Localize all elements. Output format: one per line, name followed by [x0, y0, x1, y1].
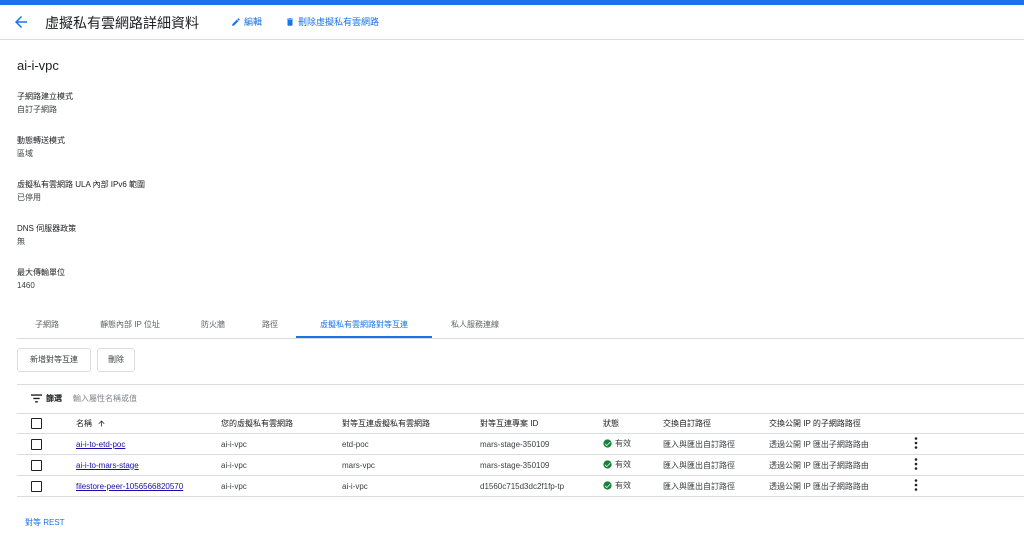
tab-static-internal-ip[interactable]: 靜態內部 IP 位址 [83, 312, 177, 336]
table-header-row: 名稱 您的虛擬私有雲網路 對等互連虛擬私有雲網路 對等互連專案 ID 狀態 交換… [17, 413, 1024, 434]
column-header-your-vpc: 您的虛擬私有雲網路 [221, 413, 342, 434]
tab-private-service-connection[interactable]: 私人服務連線 [437, 312, 513, 336]
name-cell: ai-i-to-mars-stage [76, 454, 221, 476]
trash-icon [287, 17, 293, 26]
tab-routes[interactable]: 路徑 [249, 312, 291, 336]
filter-bar: 篩選 [17, 384, 1024, 414]
detail-field-label: 虛擬私有雲網路 ULA 內部 IPv6 範圍 [17, 180, 146, 189]
project-id-cell: d1560c715d3dc2f1fp-tp [480, 475, 603, 497]
add-peering-button[interactable]: 新增對等互連 [17, 348, 91, 372]
page-header: 虛擬私有雲網路詳細資料 編輯 刪除虛擬私有雲網路 [0, 5, 1024, 40]
status-label: 有效 [615, 481, 631, 490]
page-title: 虛擬私有雲網路詳細資料 [45, 15, 199, 31]
row-select-cell [17, 454, 76, 476]
filter-input[interactable] [73, 391, 373, 405]
peer-vpc-cell: mars-vpc [342, 454, 480, 476]
check-circle-icon [603, 439, 612, 448]
select-all-cell [17, 413, 76, 434]
delete-peering-button[interactable]: 刪除 [97, 348, 135, 372]
check-circle-icon [603, 460, 612, 469]
project-id-cell: mars-stage-350109 [480, 433, 603, 455]
column-header-public-ip-routes: 交換公開 IP 的子網路路徑 [769, 413, 914, 434]
more-vert-icon[interactable] [914, 458, 918, 470]
your-vpc-cell: ai-i-vpc [221, 454, 342, 476]
more-vert-icon[interactable] [914, 479, 918, 491]
filter-label: 篩選 [46, 394, 62, 403]
name-cell: ai-i-to-etd-poc [76, 433, 221, 455]
pencil-icon [232, 17, 240, 26]
public-ip-routes-cell: 透過公開 IP 匯出子網路路由 [769, 475, 914, 497]
select-all-checkbox[interactable] [31, 417, 42, 429]
delete-vpc-button-label: 刪除虛擬私有雲網路 [298, 17, 380, 27]
sort-arrow-up-icon[interactable] [97, 419, 106, 428]
column-header-custom-routes: 交換自訂路徑 [663, 413, 769, 434]
detail-field-label: 最大傳輸單位 [17, 268, 65, 277]
peering-name-link[interactable]: filestore-peer-1056566820570 [76, 482, 183, 491]
delete-vpc-button[interactable]: 刪除虛擬私有雲網路 [285, 15, 379, 28]
column-header-peer-vpc: 對等互連虛擬私有雲網路 [342, 413, 480, 434]
detail-field-dns-policy: DNS 伺服器政策 無 [17, 222, 76, 248]
tab-subnets[interactable]: 子網路 [17, 312, 77, 336]
row-checkbox[interactable] [31, 438, 42, 450]
vpc-name-heading: ai-i-vpc [17, 58, 59, 73]
peer-vpc-cell: etd-poc [342, 433, 480, 455]
filter-icon[interactable] [31, 394, 42, 403]
detail-field-mtu: 最大傳輸單位 1460 [17, 266, 65, 292]
table-row: filestore-peer-1056566820570 ai-i-vpc ai… [17, 475, 1024, 497]
detail-field-value: 自訂子網路 [17, 105, 57, 114]
row-select-cell [17, 475, 76, 497]
table-row: ai-i-to-mars-stage ai-i-vpc mars-vpc mar… [17, 454, 1024, 476]
row-actions-cell [914, 433, 1024, 455]
row-checkbox[interactable] [31, 459, 42, 471]
back-arrow-icon[interactable] [12, 13, 30, 31]
status-cell: 有效 [603, 454, 663, 476]
column-header-actions [914, 413, 1024, 434]
custom-routes-cell: 匯入與匯出自訂路徑 [663, 433, 769, 455]
check-circle-icon [603, 481, 612, 490]
row-select-cell [17, 433, 76, 455]
tab-firewall[interactable]: 防火牆 [185, 312, 241, 336]
detail-field-label: 子網路建立模式 [17, 92, 73, 101]
column-header-label: 名稱 [76, 418, 92, 428]
row-checkbox[interactable] [31, 480, 42, 492]
column-header-project-id: 對等互連專案 ID [480, 413, 603, 434]
tab-vpc-peering[interactable]: 虛擬私有雲網路對等互連 [296, 312, 432, 338]
detail-field-value: 已停用 [17, 193, 41, 202]
detail-field-value: 1460 [17, 281, 35, 290]
your-vpc-cell: ai-i-vpc [221, 433, 342, 455]
custom-routes-cell: 匯入與匯出自訂路徑 [663, 475, 769, 497]
your-vpc-cell: ai-i-vpc [221, 475, 342, 497]
status-label: 有效 [615, 460, 631, 469]
status-label: 有效 [615, 439, 631, 448]
table-row: ai-i-to-etd-poc ai-i-vpc etd-poc mars-st… [17, 433, 1024, 455]
peer-vpc-cell: ai-i-vpc [342, 475, 480, 497]
peering-name-link[interactable]: ai-i-to-etd-poc [76, 440, 125, 449]
column-header-status: 狀態 [603, 413, 663, 434]
project-id-cell: mars-stage-350109 [480, 454, 603, 476]
detail-field-subnet-mode: 子網路建立模式 自訂子網路 [17, 90, 73, 116]
edit-button[interactable]: 編輯 [231, 15, 262, 28]
column-header-name[interactable]: 名稱 [76, 413, 221, 434]
public-ip-routes-cell: 透過公開 IP 匯出子網路路由 [769, 454, 914, 476]
peering-rest-link[interactable]: 對等 REST [25, 517, 65, 528]
name-cell: filestore-peer-1056566820570 [76, 475, 221, 497]
status-cell: 有效 [603, 433, 663, 455]
peering-table: 名稱 您的虛擬私有雲網路 對等互連虛擬私有雲網路 對等互連專案 ID 狀態 交換… [17, 413, 1024, 497]
detail-field-value: 無 [17, 237, 25, 246]
detail-field-routing-mode: 動態轉送模式 區域 [17, 134, 65, 160]
row-actions-cell [914, 475, 1024, 497]
edit-button-label: 編輯 [244, 17, 263, 27]
detail-field-ula-ipv6: 虛擬私有雲網路 ULA 內部 IPv6 範圍 已停用 [17, 178, 145, 204]
detail-tabs: 子網路 靜態內部 IP 位址 防火牆 路徑 虛擬私有雲網路對等互連 私人服務連線 [17, 312, 1024, 339]
detail-field-label: DNS 伺服器政策 [17, 224, 77, 233]
detail-field-value: 區域 [17, 149, 33, 158]
public-ip-routes-cell: 透過公開 IP 匯出子網路路由 [769, 433, 914, 455]
custom-routes-cell: 匯入與匯出自訂路徑 [663, 454, 769, 476]
peering-name-link[interactable]: ai-i-to-mars-stage [76, 461, 139, 470]
detail-field-label: 動態轉送模式 [17, 136, 65, 145]
status-cell: 有效 [603, 475, 663, 497]
row-actions-cell [914, 454, 1024, 476]
more-vert-icon[interactable] [914, 437, 918, 449]
